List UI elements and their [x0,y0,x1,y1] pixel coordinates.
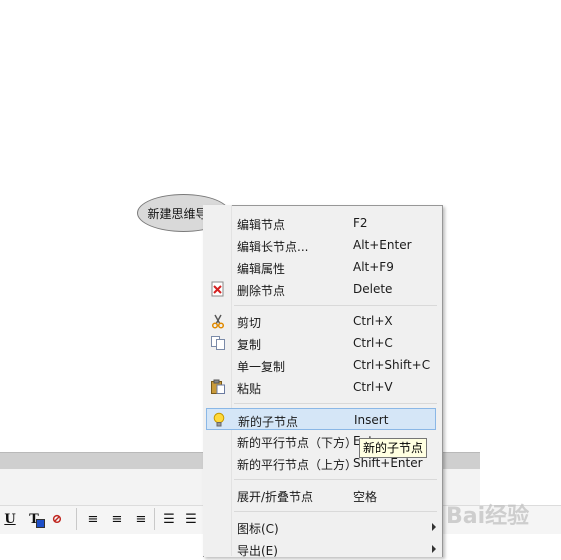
submenu-arrow-icon [432,523,436,531]
bullet-list-icon: ☰ [163,511,175,527]
menu-item-edit-attributes[interactable]: 编辑属性 Alt+F9 [206,256,436,278]
watermark: Bai经验 [446,504,530,529]
menu-item-toggle-fold[interactable]: 展开/折叠节点 空格 [206,484,436,506]
bullet-list-button[interactable]: ☰ [159,509,179,529]
menu-item-cut[interactable]: 剪切 Ctrl+X [206,310,436,332]
toolbar-divider [154,508,155,530]
align-center-icon: ≡ [111,511,123,527]
menu-item-icons[interactable]: 图标(C) [206,516,436,538]
delete-icon [210,281,226,297]
no-format-button[interactable]: ⊘ [47,509,67,529]
menu-separator [234,479,437,480]
menu-separator [234,511,437,512]
menu-item-paste[interactable]: 粘贴 Ctrl+V [206,376,436,398]
scissors-icon [210,313,226,329]
menu-item-edit-node[interactable]: 编辑节点 F2 [206,212,436,234]
font-color-button[interactable]: T [24,509,45,529]
tooltip: 新的子节点 [359,438,428,458]
lightbulb-icon [211,412,227,428]
align-right-button[interactable]: ≡ [131,509,151,529]
align-right-icon: ≡ [135,511,147,527]
numbered-list-icon: ☰ [185,511,197,527]
menu-item-single-copy[interactable]: 单一复制 Ctrl+Shift+C [206,354,436,376]
menu-item-delete-node[interactable]: 删除节点 Delete [206,278,436,300]
align-left-icon: ≡ [87,511,99,527]
copy-icon [210,335,226,351]
menu-item-new-child-node[interactable]: 新的子节点 Insert [206,408,436,430]
align-center-button[interactable]: ≡ [107,509,127,529]
align-left-button[interactable]: ≡ [83,509,103,529]
numbered-list-button[interactable]: ☰ [181,509,201,529]
menu-separator [234,305,437,306]
color-swatch [36,519,45,528]
menu-item-edit-long-node[interactable]: 编辑长节点... Alt+Enter [206,234,436,256]
submenu-arrow-icon [432,545,436,553]
underline-button[interactable]: U [0,509,20,529]
toolbar-divider [76,508,77,530]
menu-separator [234,403,437,404]
menu-item-copy[interactable]: 复制 Ctrl+C [206,332,436,354]
menu-item-export[interactable]: 导出(E) [206,538,436,560]
paste-icon [210,379,226,395]
no-format-icon: ⊘ [51,511,63,527]
